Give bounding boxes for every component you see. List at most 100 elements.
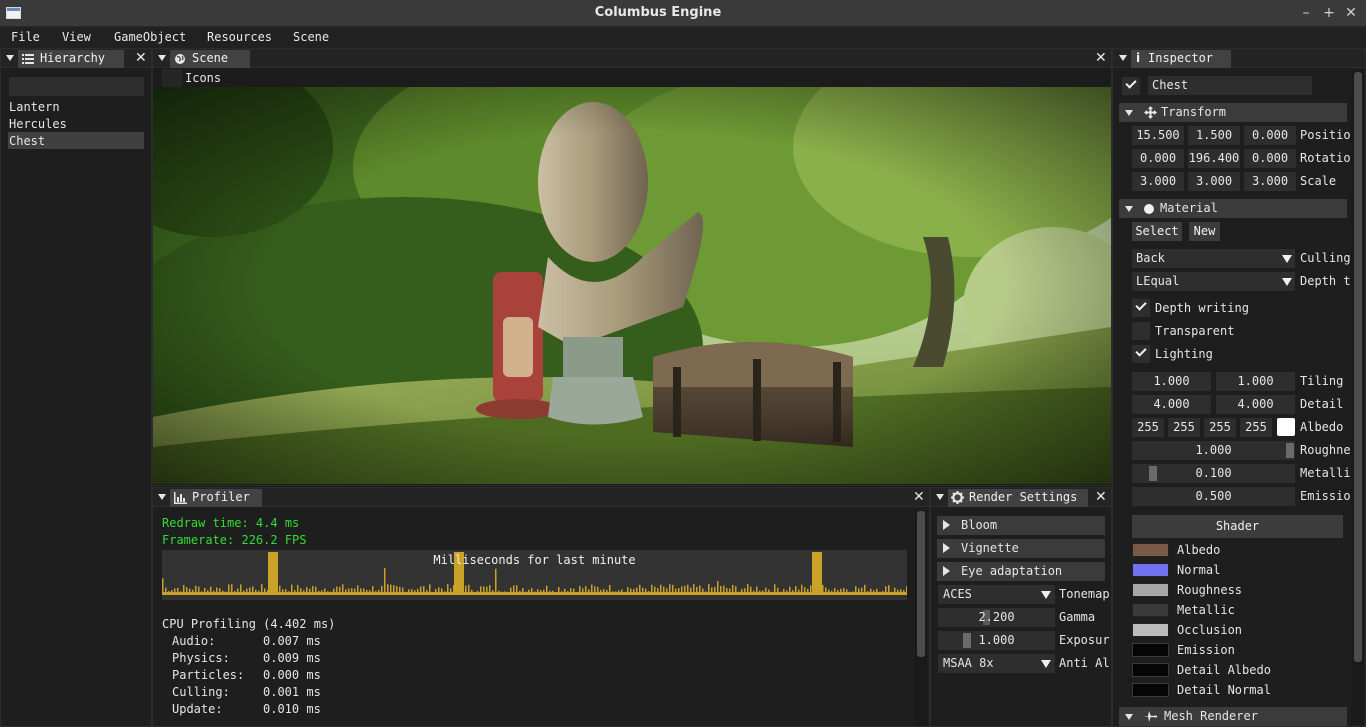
tab-render-settings[interactable]: Render Settings [948,489,1088,507]
graph-bar [582,588,584,593]
position-y[interactable]: 1.500 [1188,126,1240,145]
close-icon[interactable]: ✕ [1095,51,1107,65]
menu-view[interactable]: View [62,30,91,44]
material-new-button[interactable]: New [1189,222,1220,241]
graph-bar [186,587,188,593]
close-window-icon[interactable]: ✕ [1342,4,1360,22]
hierarchy-search-input[interactable] [9,77,144,96]
depth-test-select[interactable]: LEqual [1132,272,1295,291]
scale-y[interactable]: 3.000 [1188,172,1240,191]
texture-thumbnail[interactable] [1132,583,1169,597]
section-vignette[interactable]: Vignette [937,539,1105,558]
albedo-label: Albedo [1300,420,1344,434]
rotation-y[interactable]: 196.400 [1188,149,1240,168]
texture-thumbnail[interactable] [1132,563,1169,577]
mesh-renderer-header[interactable]: Mesh Renderer [1119,707,1347,726]
albedo-a[interactable]: 255 [1240,418,1272,437]
tiling-y[interactable]: 1.000 [1216,372,1295,391]
maximize-icon[interactable]: + [1320,4,1338,22]
scrollbar-thumb[interactable] [1354,72,1362,662]
panel-menu-icon[interactable] [1119,55,1127,61]
rotation-z[interactable]: 0.000 [1244,149,1296,168]
tab-inspector[interactable]: i Inspector [1131,50,1231,68]
tab-hierarchy[interactable]: Hierarchy [18,50,124,68]
albedo-b[interactable]: 255 [1204,418,1236,437]
roughness-slider[interactable]: 1.000 [1132,441,1295,460]
texture-thumbnail[interactable] [1132,623,1169,637]
icons-toggle[interactable] [162,69,182,87]
tiling-x[interactable]: 1.000 [1132,372,1211,391]
shader-button[interactable]: Shader [1132,515,1343,538]
close-icon[interactable]: ✕ [913,490,925,504]
render-settings-tabbar: Render Settings ✕ [931,488,1111,507]
list-item[interactable]: Lantern [9,100,60,114]
metallic-slider[interactable]: 0.100 [1132,464,1295,483]
profiler-scrollbar[interactable] [915,510,927,726]
rotation-x[interactable]: 0.000 [1132,149,1184,168]
lighting-checkbox[interactable] [1132,345,1150,363]
transform-header[interactable]: Transform [1119,103,1347,122]
section-bloom[interactable]: Bloom [937,516,1105,535]
close-icon[interactable]: ✕ [1095,490,1107,504]
albedo-g[interactable]: 255 [1168,418,1200,437]
menu-resources[interactable]: Resources [207,30,272,44]
profiler-row-name: Physics: [172,651,230,665]
scrollbar-thumb[interactable] [917,511,925,657]
menu-scene[interactable]: Scene [293,30,329,44]
graph-bar [294,590,296,593]
graph-bar [288,591,290,593]
graph-bar [570,588,572,593]
depth-test-value: LEqual [1136,274,1180,288]
texture-thumbnail[interactable] [1132,683,1169,697]
collapse-icon [1125,714,1133,720]
panel-menu-icon[interactable] [158,55,166,61]
graph-bar [615,591,617,593]
scale-x[interactable]: 3.000 [1132,172,1184,191]
section-label: Material [1160,201,1218,215]
minimize-icon[interactable]: – [1297,4,1315,22]
tab-profiler[interactable]: Profiler [170,489,262,507]
culling-select[interactable]: Back [1132,249,1295,268]
transparent-checkbox[interactable] [1132,322,1150,340]
panel-menu-icon[interactable] [936,494,944,500]
texture-thumbnail[interactable] [1132,543,1169,557]
list-item[interactable]: Hercules [9,117,67,131]
tiling-label: Tiling [1300,374,1344,388]
texture-thumbnail[interactable] [1132,643,1169,657]
culling-value: Back [1136,251,1165,265]
exposure-slider[interactable]: 1.000 [938,631,1055,650]
list-item-selected[interactable]: Chest [8,132,144,149]
scale-z[interactable]: 3.000 [1244,172,1296,191]
graph-bar [621,589,623,593]
menu-gameobject[interactable]: GameObject [114,30,186,44]
object-name-field[interactable]: Chest [1148,76,1312,95]
antialias-select[interactable]: MSAA 8x [938,654,1055,673]
emission-field[interactable]: 0.500 [1132,487,1295,506]
tab-scene[interactable]: Scene [170,50,250,68]
texture-thumbnail[interactable] [1132,663,1169,677]
detail-x[interactable]: 4.000 [1132,395,1211,414]
panel-menu-icon[interactable] [6,55,14,61]
graph-bar [534,591,536,593]
close-icon[interactable]: ✕ [135,51,147,65]
panel-menu-icon[interactable] [158,494,166,500]
material-select-button[interactable]: Select [1132,222,1182,241]
tab-label: Inspector [1148,51,1214,65]
tonemap-select[interactable]: ACES [938,585,1055,604]
graph-bar [312,585,314,593]
menu-file[interactable]: File [11,30,40,44]
section-eye-adaptation[interactable]: Eye adaptation [937,562,1105,581]
material-header[interactable]: Material [1119,199,1347,218]
depth-writing-checkbox[interactable] [1132,299,1150,317]
albedo-color-swatch[interactable] [1277,418,1295,436]
position-x[interactable]: 15.500 [1132,126,1184,145]
inspector-scrollbar[interactable] [1351,70,1364,725]
graph-bar [642,587,644,593]
detail-y[interactable]: 4.000 [1216,395,1295,414]
object-enabled-checkbox[interactable] [1122,77,1140,95]
albedo-r[interactable]: 255 [1132,418,1164,437]
position-z[interactable]: 0.000 [1244,126,1296,145]
gamma-slider[interactable]: 2.200 [938,608,1055,627]
texture-thumbnail[interactable] [1132,603,1169,617]
scene-viewport[interactable] [153,87,1111,484]
